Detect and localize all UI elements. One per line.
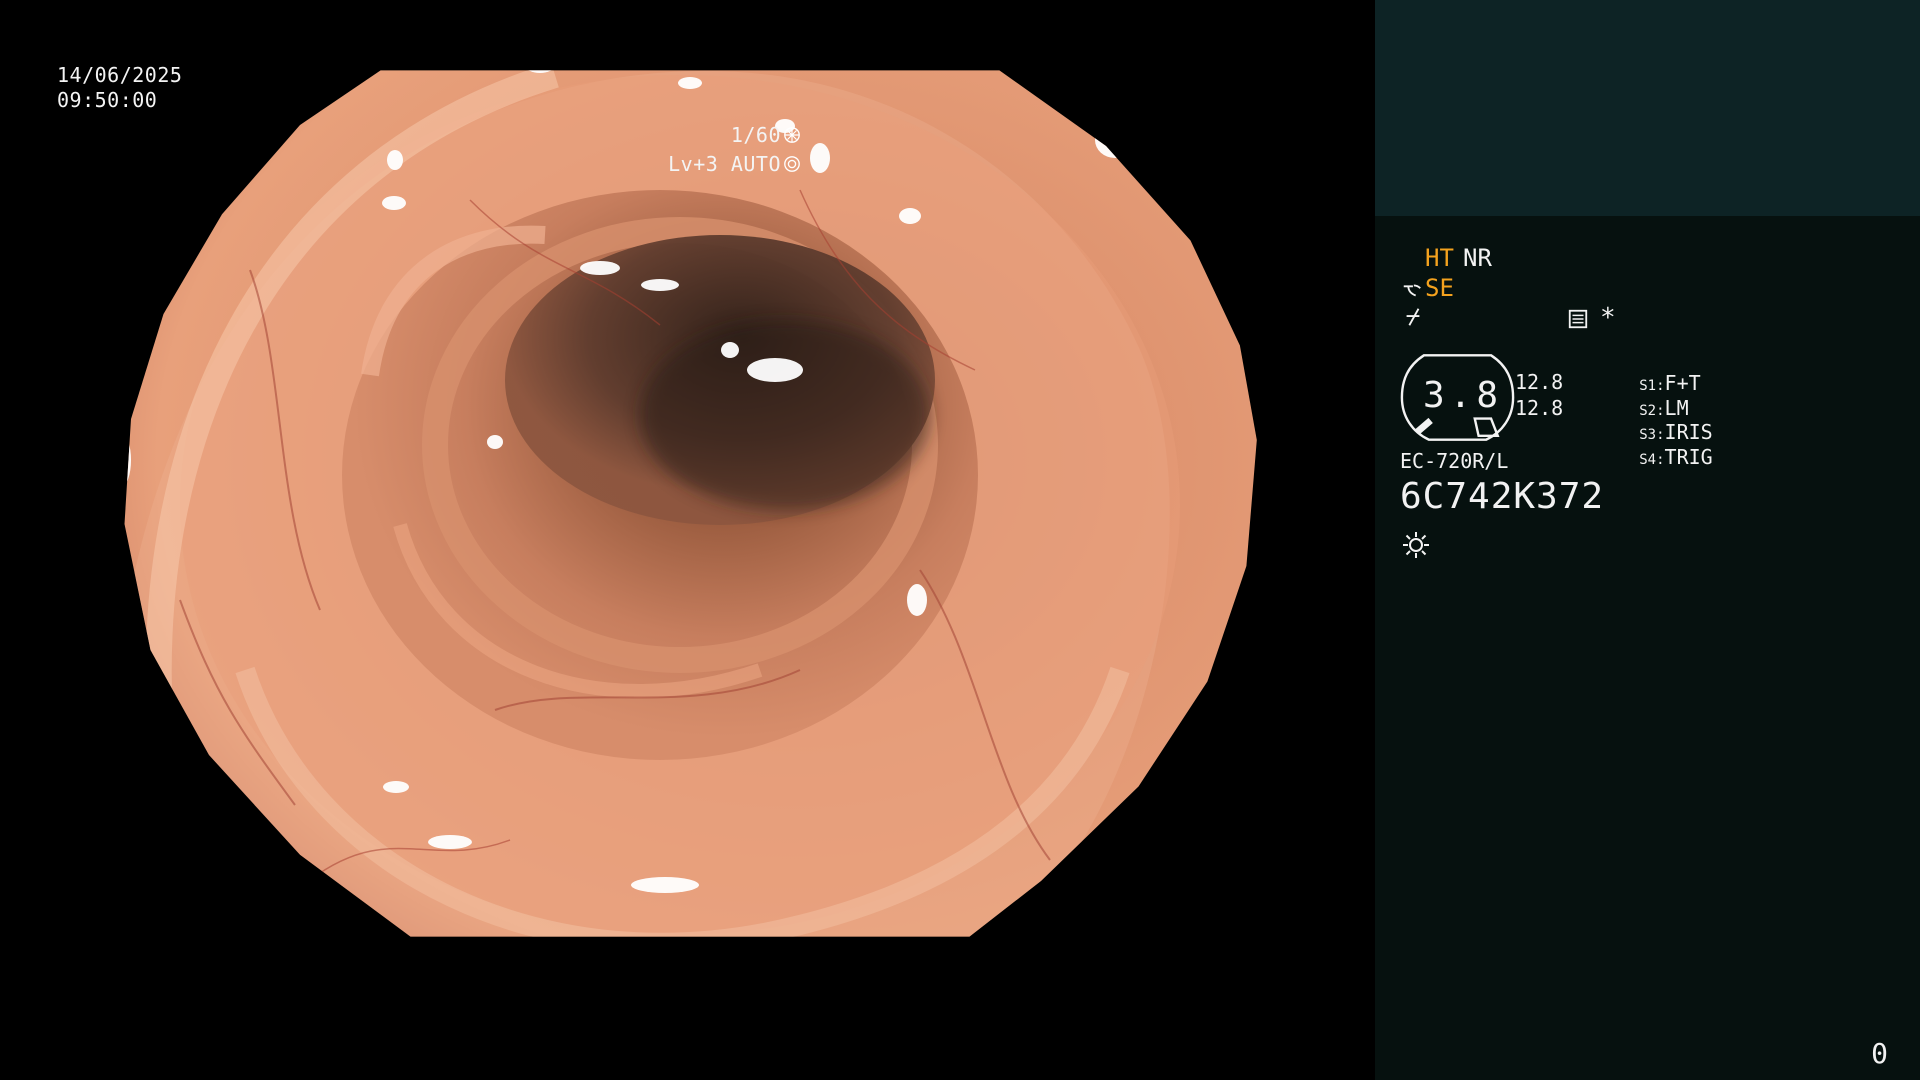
scope-model: EC-720R/L: [1400, 449, 1509, 473]
processor-info-panel: HT NR SE * 3.8 12.8 12.8 S1:F+T S2:LM S3…: [1375, 0, 1920, 1080]
scope-serial-number: 6C742K372: [1400, 476, 1605, 517]
exam-date: 14/06/2025: [57, 63, 183, 87]
gauge-right-value: 12.8: [1515, 396, 1564, 420]
flash-icon: [1406, 308, 1420, 326]
hardness-tuning-status: HT: [1425, 244, 1454, 272]
record-settings-icon: [1568, 309, 1588, 329]
light-icon: [1403, 532, 1429, 558]
endoscopy-viewer: 14/06/2025 09:50:00 1/60 Lv+3 AUTO HT NR…: [0, 0, 1920, 1080]
noise-reduction-status: NR: [1463, 244, 1492, 272]
exposure-readout: Lv+3 AUTO: [593, 127, 801, 202]
panel-header: [1375, 0, 1920, 216]
switch-label: TRIG: [1664, 445, 1713, 469]
gauge-left-value: 12.8: [1515, 370, 1564, 394]
structure-enhancement-status: SE: [1425, 274, 1454, 302]
switch-key: S4:: [1639, 452, 1665, 468]
image-counter: 0: [1871, 1037, 1888, 1070]
asterisk-indicator: *: [1600, 303, 1616, 333]
gauge-value: 3.8: [1423, 375, 1504, 416]
auto-exposure-icon: [784, 156, 800, 172]
exposure-level: Lv+3 AUTO: [668, 152, 781, 176]
scope-mode-icon: [1403, 284, 1421, 297]
exam-time: 09:50:00: [57, 88, 158, 112]
endoscopic-view: 14/06/2025 09:50:00 1/60 Lv+3 AUTO: [0, 0, 1375, 1080]
